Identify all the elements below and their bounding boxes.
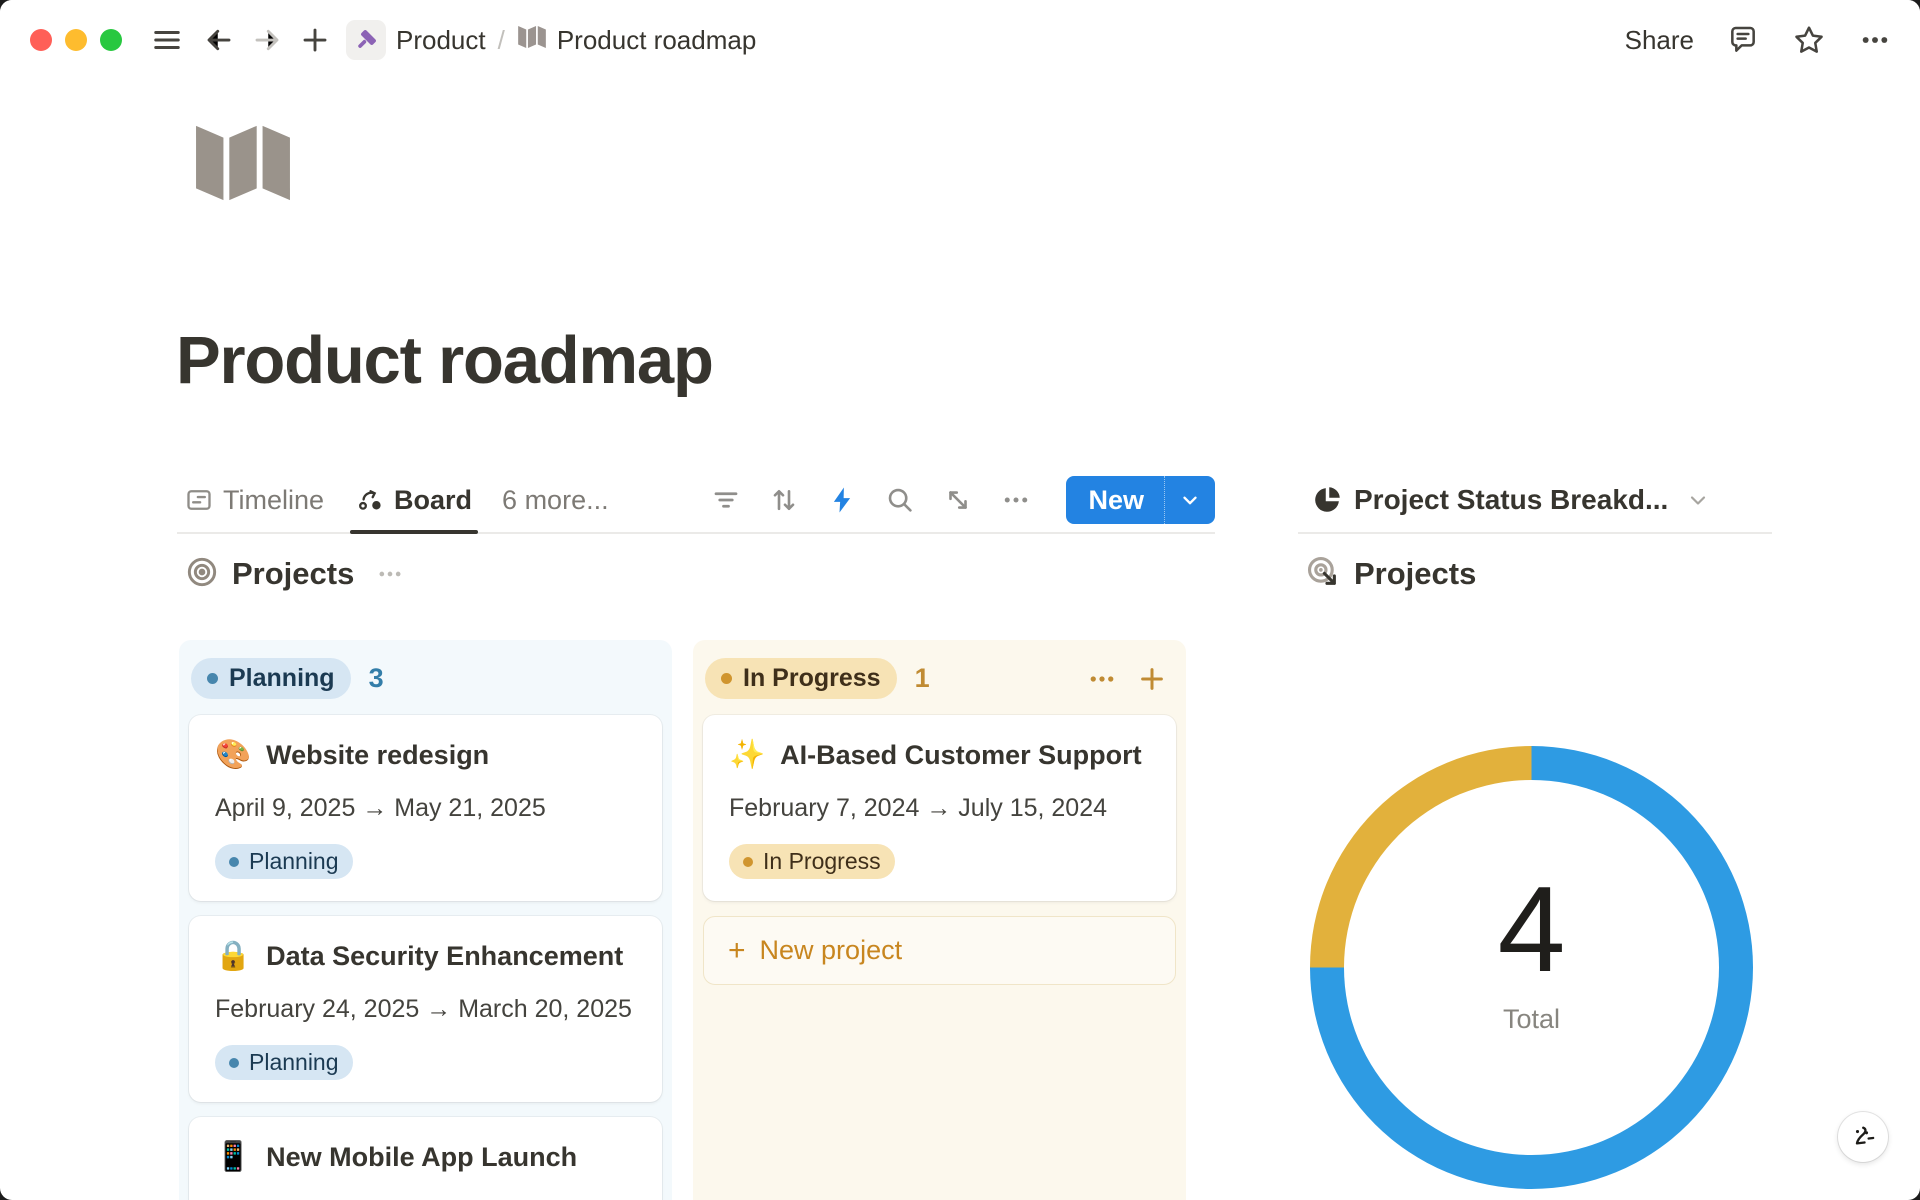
chart-view-label: Project Status Breakd... [1354,484,1668,516]
zoom-window-button[interactable] [100,29,122,51]
card-title: New Mobile App Launch [266,1142,577,1173]
column-add-plus-icon[interactable] [1136,663,1168,695]
view-tabs-row: Timeline Board 6 more... [177,468,1215,534]
share-button[interactable]: Share [1625,25,1694,56]
new-project-button[interactable]: + New project [703,916,1176,985]
breadcrumb-workspace[interactable]: Product [396,25,486,56]
column-in-progress: In Progress 1 ✨ AI-Based Customer Suppor… [693,640,1186,1200]
close-window-button[interactable] [30,29,52,51]
board-view-icon [356,486,384,514]
card-ai-based-customer-support[interactable]: ✨ AI-Based Customer Support February 7, … [703,715,1176,901]
expand-icon[interactable] [942,484,974,516]
workspace-hammer-icon[interactable] [346,20,386,60]
mobile-phone-emoji-icon: 📱 [215,1143,251,1172]
column-in-progress-cards: ✨ AI-Based Customer Support February 7, … [703,715,1176,901]
column-planning: Planning 3 🎨 Website redesign April 9, 2… [179,640,672,1200]
board-section-heading: Projects [186,550,404,598]
pie-chart-icon [1312,485,1342,515]
card-dates: February 24, 2025 → March 20, 2025 [215,995,636,1024]
sidebar-menu-icon[interactable] [150,23,184,57]
breadcrumb-page[interactable]: Product roadmap [557,25,756,56]
chart-section-heading: Projects [1306,550,1476,598]
column-in-progress-header: In Progress 1 [703,652,1176,715]
back-icon[interactable] [202,23,236,57]
card-data-security-enhancement[interactable]: 🔒 Data Security Enhancement February 24,… [189,916,662,1102]
breadcrumb: Product / Product roadmap [346,20,756,60]
sort-icon[interactable] [768,484,800,516]
new-button-group: New [1066,476,1215,524]
new-button-dropdown-chevron-icon[interactable] [1164,476,1215,524]
breadcrumb-map-icon [517,23,547,58]
card-dates: May 1, 2025 → May 30, 2025 [215,1196,636,1200]
tab-more-views[interactable]: 6 more... [494,468,617,532]
board-columns: Planning 3 🎨 Website redesign April 9, 2… [179,640,1186,1200]
page-title[interactable]: Product roadmap [176,322,713,399]
planning-status-dot [207,673,218,684]
column-planning-pill[interactable]: Planning [191,658,351,699]
traffic-lights [30,29,122,51]
app-window: Product / Product roadmap Share Product … [0,0,1920,1200]
favorite-star-icon[interactable] [1792,23,1826,57]
donut-center: 4 Total [1310,730,1753,1173]
chart-section-title[interactable]: Projects [1354,556,1476,592]
sparkles-emoji-icon: ✨ [729,741,765,770]
donut-total-value: 4 [1498,868,1566,990]
card-website-redesign[interactable]: 🎨 Website redesign April 9, 2025 → May 2… [189,715,662,901]
filter-icon[interactable] [710,484,742,516]
topbar-actions: Share [1625,23,1892,57]
timeline-view-icon [185,486,213,514]
card-title: Website redesign [266,740,489,771]
donut-chart[interactable]: 4 Total [1310,746,1753,1189]
card-new-mobile-app-launch[interactable]: 📱 New Mobile App Launch May 1, 2025 → Ma… [189,1117,662,1200]
comments-icon[interactable] [1726,23,1760,57]
automations-lightning-icon[interactable] [826,484,858,516]
column-in-progress-count: 1 [915,663,930,694]
tab-timeline[interactable]: Timeline [177,468,332,532]
card-title: AI-Based Customer Support [780,740,1142,771]
column-planning-header: Planning 3 [189,652,662,715]
card-dates: February 7, 2024 → July 15, 2024 [729,794,1150,823]
status-badge: In Progress [729,844,895,879]
board-section-ellipsis-icon[interactable] [376,560,404,588]
chart-view-chevron-icon[interactable] [1686,488,1710,512]
card-title: Data Security Enhancement [266,941,623,972]
more-options-icon[interactable] [1858,23,1892,57]
forward-icon[interactable] [250,23,284,57]
view-toolbar: New [710,476,1215,524]
column-in-progress-pill[interactable]: In Progress [705,658,897,699]
page-map-icon[interactable] [182,118,304,213]
column-ellipsis-icon[interactable] [1086,663,1118,695]
minimize-window-button[interactable] [65,29,87,51]
window-topbar: Product / Product roadmap Share [0,0,1920,80]
new-button[interactable]: New [1066,476,1164,524]
view-options-ellipsis-icon[interactable] [1000,484,1032,516]
new-tab-plus-icon[interactable] [298,23,332,57]
card-dates: April 9, 2025 → May 21, 2025 [215,794,636,823]
status-badge: Planning [215,844,353,879]
board-section-title[interactable]: Projects [232,556,354,592]
notion-ai-face-button[interactable] [1838,1112,1888,1162]
donut-total-label: Total [1503,1004,1560,1035]
in-progress-status-dot [721,673,732,684]
target-icon [186,556,218,593]
status-badge: Planning [215,1045,353,1080]
breadcrumb-separator: / [498,25,505,56]
palette-emoji-icon: 🎨 [215,741,251,770]
column-planning-count: 3 [369,663,384,694]
lock-emoji-icon: 🔒 [215,942,251,971]
search-icon[interactable] [884,484,916,516]
chart-view-tab[interactable]: Project Status Breakd... [1298,468,1772,534]
target-arrow-icon [1306,555,1340,594]
column-planning-cards: 🎨 Website redesign April 9, 2025 → May 2… [189,715,662,1200]
tab-board[interactable]: Board [348,468,480,532]
plus-icon: + [728,936,746,966]
